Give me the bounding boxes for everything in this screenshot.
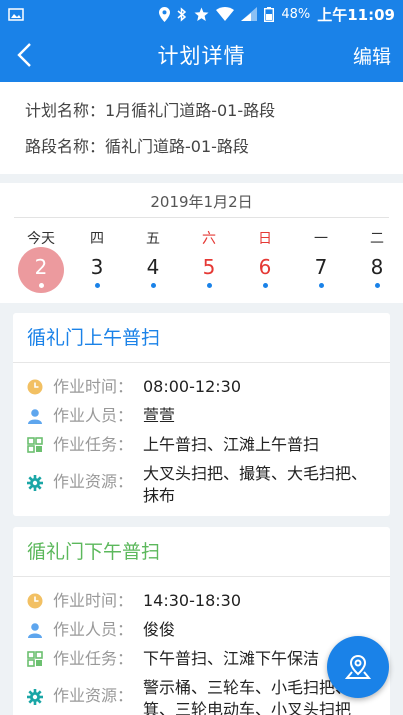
star-icon <box>194 7 209 21</box>
event-dot <box>318 283 324 288</box>
person-icon <box>28 409 42 424</box>
day-item[interactable]: 六 5 <box>181 229 237 288</box>
grid-icon <box>27 651 43 667</box>
resource-label: 作业资源： <box>53 686 134 705</box>
chevron-left-icon <box>17 43 31 67</box>
day-number: 5 <box>202 255 216 279</box>
event-dot <box>94 283 100 288</box>
day-weekday: 五 <box>146 231 160 247</box>
day-weekday: 今天 <box>27 231 55 247</box>
staff-value: 俊俊 <box>143 620 176 639</box>
staff-label: 作业人员： <box>53 620 134 639</box>
image-notification-icon <box>8 7 24 21</box>
day-number: 8 <box>370 255 384 279</box>
work-time-label: 作业时间： <box>53 377 134 396</box>
work-time-value: 08:00-12:30 <box>143 377 241 396</box>
plan-info: 计划名称：1月循礼门道路-01-路段 路段名称：循礼门道路-01-路段 <box>0 82 403 174</box>
staff-row: 作业人员： 俊俊 <box>13 615 390 644</box>
battery-icon <box>264 6 275 22</box>
location-icon <box>159 6 171 22</box>
person-icon <box>28 623 42 638</box>
event-dot <box>374 283 380 288</box>
app-bar: 计划详情 编辑 <box>0 28 403 82</box>
resource-label: 作业资源： <box>53 472 134 491</box>
task-row: 作业任务： 上午普扫、江滩上午普扫 <box>13 430 390 459</box>
divider <box>14 217 389 218</box>
map-pin-icon <box>345 654 371 679</box>
task-card-title: 循礼门上午普扫 <box>13 313 390 363</box>
work-time-row: 作业时间： 14:30-18:30 <box>13 586 390 615</box>
day-number: 7 <box>314 255 328 279</box>
day-item[interactable]: 今天 2 <box>13 229 69 293</box>
task-card-title: 循礼门下午普扫 <box>13 527 390 577</box>
edit-button[interactable]: 编辑 <box>353 42 391 69</box>
plan-name-row: 计划名称：1月循礼门道路-01-路段 <box>25 97 403 133</box>
day-weekday: 六 <box>202 231 216 247</box>
day-weekday: 一 <box>314 231 328 247</box>
task-value: 上午普扫、江滩上午普扫 <box>143 435 320 454</box>
plan-name-value: 1月循礼门道路-01-路段 <box>105 101 276 120</box>
day-strip: 今天 2 四 3 五 4 六 5 日 6 一 7 二 8 <box>13 229 403 293</box>
clock-icon <box>27 593 43 609</box>
staff-label: 作业人员： <box>53 406 134 425</box>
event-dot <box>206 283 212 288</box>
work-time-value: 14:30-18:30 <box>143 591 241 610</box>
clock-icon <box>27 379 43 395</box>
day-weekday: 日 <box>258 231 272 247</box>
back-button[interactable] <box>14 42 38 68</box>
day-number: 3 <box>90 255 104 279</box>
wifi-icon <box>216 7 235 21</box>
staff-value: 萱萱 <box>143 406 176 425</box>
day-item[interactable]: 四 3 <box>69 229 125 288</box>
event-dot <box>38 283 44 288</box>
map-location-button[interactable] <box>327 636 389 698</box>
day-number: 2 <box>34 255 48 279</box>
grid-icon <box>27 437 43 453</box>
task-card[interactable]: 循礼门上午普扫 作业时间： 08:00-12:30 作业人员： 萱萱 作业任务：… <box>13 313 390 516</box>
work-time-label: 作业时间： <box>53 591 134 610</box>
road-name-row: 路段名称：循礼门道路-01-路段 <box>25 133 403 169</box>
status-time: 上午11:09 <box>317 5 395 24</box>
road-name-label: 路段名称： <box>25 137 106 156</box>
day-item[interactable]: 五 4 <box>125 229 181 288</box>
battery-percent: 48% <box>281 6 311 22</box>
day-weekday: 二 <box>370 231 384 247</box>
day-weekday: 四 <box>90 231 104 247</box>
day-number: 6 <box>258 255 272 279</box>
gear-icon <box>27 475 43 491</box>
page-title: 计划详情 <box>157 44 246 68</box>
task-label: 作业任务： <box>53 649 134 668</box>
status-bar: 48% 上午11:09 <box>0 0 403 28</box>
signal-icon <box>241 7 258 21</box>
day-item[interactable]: 一 7 <box>293 229 349 288</box>
day-number: 4 <box>146 255 160 279</box>
week-calendar: 2019年1月2日 今天 2 四 3 五 4 六 5 日 6 一 7 二 8 <box>0 183 403 303</box>
day-item[interactable]: 二 8 <box>349 229 403 288</box>
gear-icon <box>27 689 43 705</box>
day-item[interactable]: 日 6 <box>237 229 293 288</box>
road-name-value: 循礼门道路-01-路段 <box>105 137 249 156</box>
plan-name-label: 计划名称： <box>25 101 106 120</box>
resource-value: 大叉头扫把、撮箕、大毛扫把、抹布 <box>143 464 368 505</box>
resource-row: 作业资源： 大叉头扫把、撮箕、大毛扫把、抹布 <box>13 459 390 507</box>
event-dot <box>262 283 268 288</box>
task-label: 作业任务： <box>53 435 134 454</box>
staff-row: 作业人员： 萱萱 <box>13 401 390 430</box>
event-dot <box>150 283 156 288</box>
bluetooth-icon <box>177 6 187 22</box>
work-time-row: 作业时间： 08:00-12:30 <box>13 372 390 401</box>
calendar-date: 2019年1月2日 <box>150 193 253 211</box>
